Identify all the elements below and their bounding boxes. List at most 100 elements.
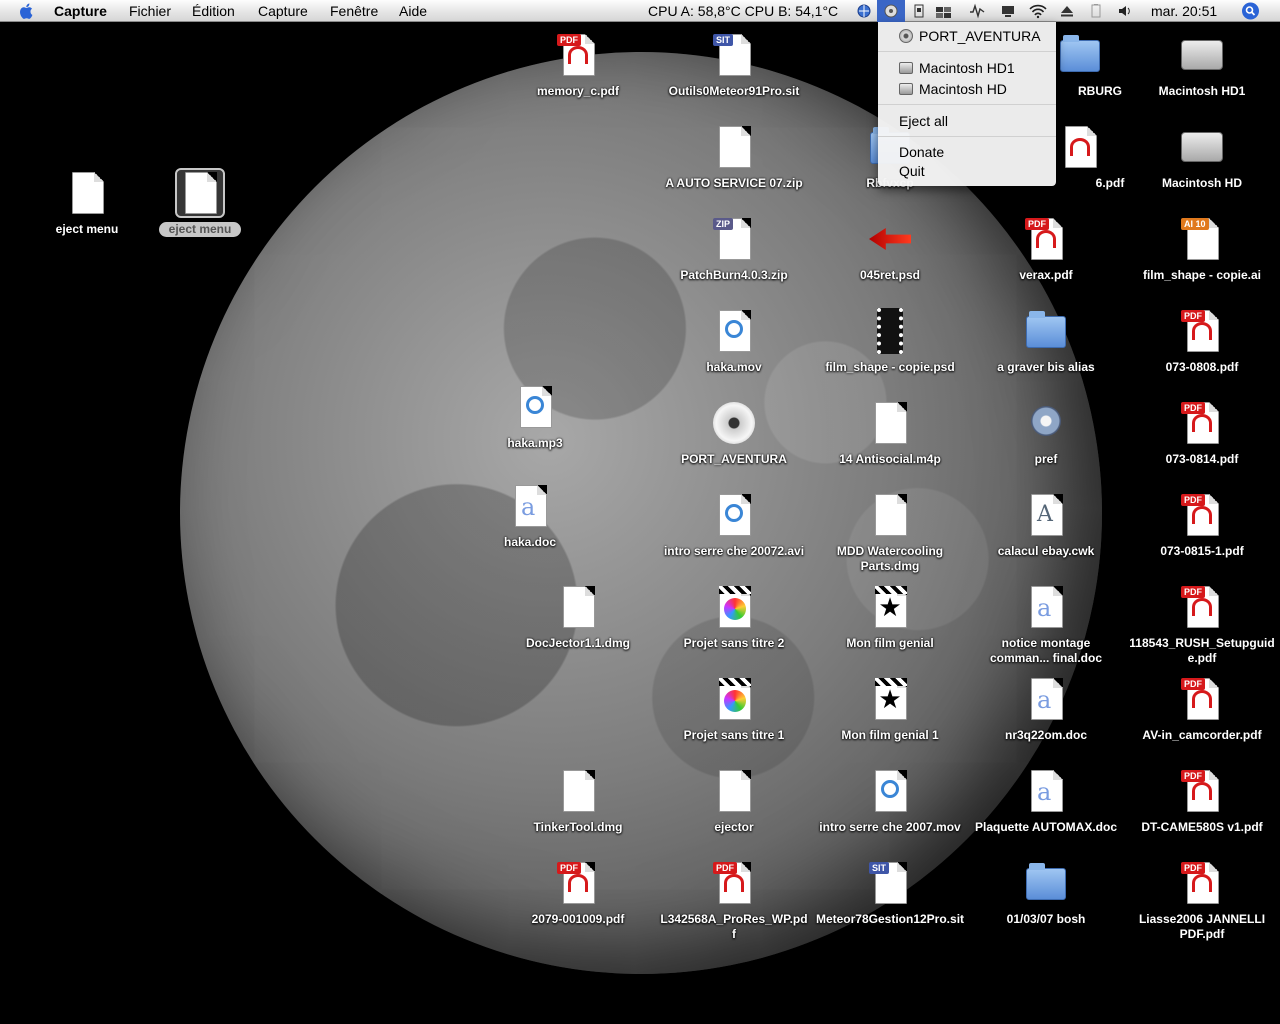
menu-bar: Capture Fichier Édition Capture Fenêtre … — [0, 0, 1280, 22]
menu-separator — [878, 104, 1056, 105]
menu-item-macintosh-hd1[interactable]: Macintosh HD1 — [878, 58, 1056, 78]
folder-alias-icon — [1023, 308, 1069, 354]
photoshop-file-icon — [867, 216, 913, 262]
desktop-icon[interactable]: PDF DT-CAME580S v1.pdf — [1127, 768, 1277, 835]
clock[interactable]: mar. 20:51 — [1151, 2, 1217, 20]
quicktime-movie-icon — [711, 308, 757, 354]
desktop-icon[interactable]: intro serre che 20072.avi — [659, 492, 809, 559]
desktop-icon[interactable]: PDF Liasse2006 JANNELLI PDF.pdf — [1127, 860, 1277, 942]
illustrator-file-icon: AI 10 — [1179, 216, 1225, 262]
desktop-icon[interactable]: ★ Mon film genial — [815, 584, 965, 651]
mp3-audio-icon — [512, 384, 558, 430]
word-document-icon: a — [1023, 676, 1069, 722]
star-movie-icon: ★ — [867, 584, 913, 630]
desktop-icon[interactable]: a Plaquette AUTOMAX.doc — [971, 768, 1121, 835]
desktop-icon[interactable]: a notice montage comman... final.doc — [971, 584, 1121, 666]
desktop-icon[interactable]: PDF 2079-001009.pdf — [503, 860, 653, 927]
menu-fichier[interactable]: Fichier — [129, 2, 171, 20]
desktop-icon[interactable]: haka.mp3 — [460, 384, 610, 451]
desktop-icon[interactable]: MDD Watercooling Parts.dmg — [815, 492, 965, 574]
desktop-icon[interactable]: PDF 073-0814.pdf — [1127, 400, 1277, 467]
pdf-file-icon: PDF — [1179, 860, 1225, 906]
desktop-icon[interactable]: ejector — [659, 768, 809, 835]
pdf-file-icon: PDF — [1179, 400, 1225, 446]
volume-icon[interactable] — [1116, 3, 1134, 19]
apple-menu-icon[interactable] — [18, 2, 36, 20]
dvd-disc-icon — [711, 400, 757, 446]
desktop-icon[interactable]: PDF memory_c.pdf — [503, 32, 653, 99]
word-document-icon: a — [1023, 768, 1069, 814]
spaces-icon[interactable] — [935, 3, 953, 19]
desktop-icon[interactable]: ZIP PatchBurn4.0.3.zip — [659, 216, 809, 283]
desktop-icon[interactable]: AI 10 film_shape - copie.ai — [1127, 216, 1277, 283]
eject-menu-extra-icon[interactable] — [882, 3, 900, 19]
menu-fenetre[interactable]: Fenêtre — [330, 2, 378, 20]
tiff-file-icon — [64, 170, 110, 216]
disk-image-icon — [555, 584, 601, 630]
desktop-icon[interactable]: pref — [971, 400, 1121, 467]
activity-graph-icon[interactable] — [968, 3, 986, 19]
pdf-file-icon — [1057, 124, 1103, 170]
battery-icon[interactable] — [1087, 3, 1105, 19]
desktop-icon[interactable]: PDF 073-0808.pdf — [1127, 308, 1277, 375]
desktop-icon[interactable]: PDF AV-in_camcorder.pdf — [1127, 676, 1277, 743]
desktop-icon[interactable]: TinkerTool.dmg — [503, 768, 653, 835]
menu-item-quit[interactable]: Quit — [878, 161, 1056, 181]
menu-aide[interactable]: Aide — [399, 2, 427, 20]
menu-edition[interactable]: Édition — [192, 2, 235, 20]
desktop-icon[interactable]: Projet sans titre 2 — [659, 584, 809, 651]
pdf-file-icon: PDF — [1179, 308, 1225, 354]
desktop-icon[interactable]: PDF verax.pdf — [971, 216, 1121, 283]
desktop-icon[interactable]: a haka.doc — [455, 483, 605, 550]
desktop-icon[interactable]: 045ret.psd — [815, 216, 965, 283]
zip-archive-icon — [711, 124, 757, 170]
desktop-icon[interactable]: ★ Mon film genial 1 — [815, 676, 965, 743]
desktop-icon[interactable]: SIT Meteor78Gestion12Pro.sit — [815, 860, 965, 927]
desktop-icon[interactable]: A AUTO SERVICE 07.zip — [659, 124, 809, 191]
desktop-icon[interactable]: PORT_AVENTURA — [659, 400, 809, 467]
cpu-temperature-readout[interactable]: CPU A: 58,8°C CPU B: 54,1°C — [648, 2, 838, 20]
hard-disk-icon — [1179, 32, 1225, 78]
folder-icon — [1023, 860, 1069, 906]
desktop-icon[interactable]: 14 Antisocial.m4p — [815, 400, 965, 467]
desktop-icon-selected[interactable]: eject menu — [125, 168, 275, 238]
menu-capture[interactable]: Capture — [258, 2, 308, 20]
stuffit-archive-icon: SIT — [711, 32, 757, 78]
menu-item-eject-all[interactable]: Eject all — [878, 111, 1056, 131]
desktop-icon[interactable]: DocJector1.1.dmg — [503, 584, 653, 651]
pdf-file-icon: PDF — [1023, 216, 1069, 262]
hard-disk-icon — [899, 83, 913, 95]
desktop-icon[interactable]: 01/03/07 bosh — [971, 860, 1121, 927]
tiff-file-icon — [711, 768, 757, 814]
desktop-icon[interactable]: intro serre che 2007.mov — [815, 768, 965, 835]
jpeg-file-icon — [175, 168, 225, 218]
wifi-icon[interactable] — [1029, 3, 1047, 19]
desktop-icon[interactable]: haka.mov — [659, 308, 809, 375]
desktop-icon[interactable]: Projet sans titre 1 — [659, 676, 809, 743]
pdf-file-icon: PDF — [1179, 584, 1225, 630]
desktop-icon[interactable]: film_shape - copie.psd — [815, 308, 965, 375]
desktop-icon[interactable]: SIT Outils0Meteor91Pro.sit — [659, 32, 809, 99]
desktop-icon[interactable]: PDF 073-0815-1.pdf — [1127, 492, 1277, 559]
desktop-icon[interactable]: Macintosh HD1 — [1127, 32, 1277, 99]
desktop-icon[interactable]: Macintosh HD — [1127, 124, 1277, 191]
hard-disk-icon — [899, 62, 913, 74]
network-globe-icon[interactable] — [855, 3, 873, 19]
spotlight-search-icon[interactable] — [1241, 2, 1260, 20]
menu-item-port-aventura[interactable]: PORT_AVENTURA — [878, 26, 1056, 46]
menu-item-macintosh-hd[interactable]: Macintosh HD — [878, 79, 1056, 99]
pdf-file-icon: PDF — [1179, 492, 1225, 538]
word-document-icon: a — [507, 483, 553, 529]
eject-icon[interactable] — [1058, 3, 1076, 19]
desktop-icon[interactable]: a nr3q22om.doc — [971, 676, 1121, 743]
desktop-icon[interactable]: A calacul ebay.cwk — [971, 492, 1121, 559]
desktop-icon[interactable]: a graver bis alias — [971, 308, 1121, 375]
desktop-icon[interactable]: PDF 118543_RUSH_Setupguide.pdf — [1127, 584, 1277, 666]
desktop-icon[interactable]: PDF L342568A_ProRes_WP.pdf — [659, 860, 809, 942]
menu-item-donate[interactable]: Donate — [878, 142, 1056, 162]
avi-movie-icon — [711, 492, 757, 538]
app-menu[interactable]: Capture — [54, 2, 107, 20]
sim-card-icon[interactable] — [910, 3, 928, 19]
display-icon[interactable] — [999, 3, 1017, 19]
pdf-file-icon: PDF — [555, 32, 601, 78]
